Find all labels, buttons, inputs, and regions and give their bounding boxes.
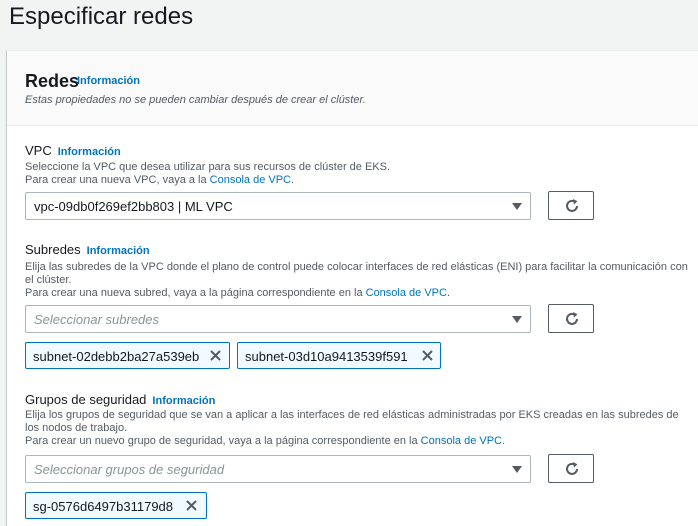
panel-title: Redes bbox=[25, 71, 80, 91]
refresh-icon bbox=[566, 199, 578, 212]
subnets-desc-text: Para crear una nueva subred, vaya a la p… bbox=[25, 287, 366, 299]
close-icon[interactable] bbox=[209, 349, 222, 362]
subnets-description: Elija las subredes de la VPC donde el pl… bbox=[25, 261, 695, 300]
vpc-label-row: VPC Información bbox=[25, 143, 121, 160]
vpc-description: Seleccione la VPC que desea utilizar par… bbox=[25, 161, 695, 187]
subnet-token-label: subnet-02debb2ba27a539eb bbox=[33, 349, 200, 364]
vpc-desc-line1: Seleccione la VPC que desea utilizar par… bbox=[25, 161, 391, 173]
security-groups-desc-text: Para crear un nuevo grupo de seguridad, … bbox=[25, 435, 421, 447]
security-groups-label-row: Grupos de seguridad Información bbox=[25, 392, 215, 409]
caret-down-icon bbox=[512, 316, 522, 323]
security-groups-description: Elija los grupos de seguridad que se van… bbox=[25, 409, 695, 448]
page-title: Especificar redes bbox=[9, 3, 194, 30]
subnets-desc-line2: Para crear una nueva subred, vaya a la p… bbox=[25, 287, 695, 300]
security-groups-select[interactable]: Seleccionar grupos de seguridad bbox=[25, 455, 531, 483]
vpc-info-link[interactable]: Información bbox=[58, 146, 121, 158]
security-groups-label: Grupos de seguridad bbox=[25, 392, 147, 407]
subnets-select[interactable]: Seleccionar subredes bbox=[25, 305, 531, 333]
subnets-refresh-button[interactable] bbox=[548, 304, 594, 333]
security-groups-console-link[interactable]: Consola de VPC bbox=[421, 435, 502, 447]
subnets-desc-suffix: . bbox=[446, 287, 451, 299]
panel-description: Estas propiedades no se pueden cambiar d… bbox=[25, 94, 366, 106]
vpc-desc-suffix: . bbox=[291, 174, 295, 186]
security-groups-refresh-button[interactable] bbox=[548, 454, 594, 483]
subnets-label-row: Subredes Información bbox=[25, 242, 150, 259]
security-group-token-label: sg-0576d6497b31179d8 bbox=[33, 499, 174, 514]
subnets-info-link[interactable]: Información bbox=[87, 245, 150, 257]
subnets-placeholder: Seleccionar subredes bbox=[34, 312, 160, 327]
security-groups-desc-suffix: . bbox=[501, 435, 506, 447]
subnet-token: subnet-02debb2ba27a539eb bbox=[25, 342, 230, 369]
subnets-console-link[interactable]: Consola de VPC bbox=[366, 287, 447, 299]
security-groups-desc-line2: Para crear un nuevo grupo de seguridad, … bbox=[25, 435, 695, 448]
caret-down-icon bbox=[512, 203, 522, 210]
panel-info-link[interactable]: Información bbox=[77, 75, 140, 87]
vpc-console-link[interactable]: Consola de VPC bbox=[210, 174, 291, 186]
vpc-desc-line2: Para crear una nueva VPC, vaya a la Cons… bbox=[25, 174, 695, 187]
subnets-label: Subredes bbox=[25, 242, 81, 257]
subnet-token-label: subnet-03d10a9413539f591 bbox=[245, 349, 408, 364]
vpc-select[interactable]: vpc-09db0f269ef2bb803 | ML VPC bbox=[25, 192, 531, 220]
vpc-refresh-button[interactable] bbox=[548, 191, 594, 220]
close-icon[interactable] bbox=[185, 499, 198, 512]
caret-down-icon bbox=[512, 466, 522, 473]
close-icon[interactable] bbox=[421, 349, 434, 362]
vpc-label: VPC bbox=[25, 143, 52, 158]
vpc-desc-text: Para crear una nueva VPC, vaya a la bbox=[25, 174, 210, 186]
security-group-token: sg-0576d6497b31179d8 bbox=[25, 492, 207, 519]
security-groups-desc-line1: Elija los grupos de seguridad que se van… bbox=[25, 409, 679, 434]
vpc-select-value: vpc-09db0f269ef2bb803 | ML VPC bbox=[34, 199, 233, 214]
refresh-icon bbox=[566, 462, 578, 475]
security-groups-placeholder: Seleccionar grupos de seguridad bbox=[34, 462, 225, 477]
subnet-token: subnet-03d10a9413539f591 bbox=[237, 342, 441, 369]
networking-panel: Redes Información Estas propiedades no s… bbox=[7, 50, 698, 526]
panel-header: Redes Información Estas propiedades no s… bbox=[7, 51, 698, 126]
subnets-desc-line1: Elija las subredes de la VPC donde el pl… bbox=[25, 261, 688, 286]
security-groups-info-link[interactable]: Información bbox=[152, 395, 215, 407]
refresh-icon bbox=[566, 312, 578, 325]
